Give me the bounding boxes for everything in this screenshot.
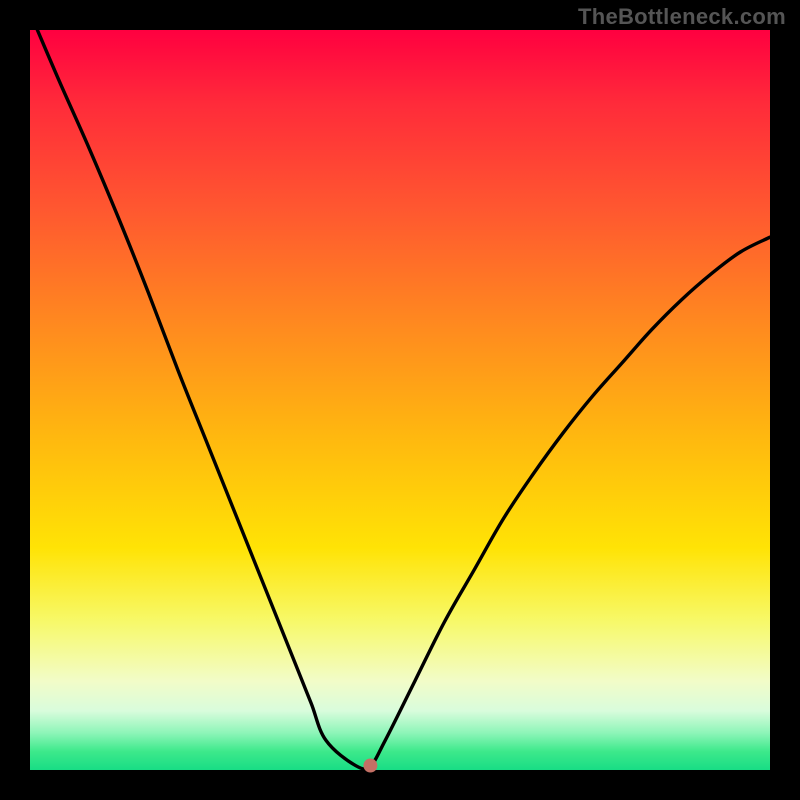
chart-frame: TheBottleneck.com xyxy=(0,0,800,800)
optimum-marker xyxy=(363,759,377,773)
plot-area xyxy=(30,30,770,770)
plot-svg xyxy=(30,30,770,770)
watermark-text: TheBottleneck.com xyxy=(578,4,786,30)
bottleneck-curve xyxy=(37,30,770,769)
